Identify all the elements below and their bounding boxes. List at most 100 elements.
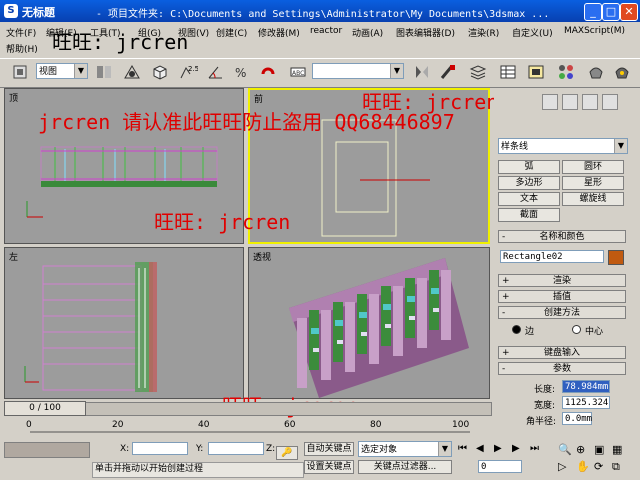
length-label: 长度: (534, 385, 556, 395)
menu-maxscript[interactable]: MAXScript(M) (564, 26, 625, 36)
cube-icon[interactable] (150, 62, 170, 82)
menu-rendering[interactable]: 渲染(R) (468, 26, 499, 39)
rollout-rendering[interactable]: + 渲染 (498, 274, 626, 287)
corner-radius-field[interactable]: 0.0mm (562, 412, 592, 425)
window-title: 无标题 (22, 6, 55, 19)
key-filters-button[interactable]: 关键点过滤器... (358, 460, 452, 474)
left-view-model (24, 262, 157, 392)
close-button[interactable]: ✕ (620, 3, 638, 21)
watermark-top-left: 旺旺: jrcren (52, 30, 189, 54)
prompt-line: 单击并拖动以开始创建过程 (92, 462, 304, 478)
rollout-interpolation[interactable]: + 插值 (498, 290, 626, 303)
zoom-icon[interactable]: 🔍 (558, 443, 572, 456)
object-name-field[interactable]: Rectangle02 (500, 250, 604, 263)
field-of-view-icon[interactable]: ▷ (558, 460, 566, 473)
transform-gizmo-icon[interactable] (122, 62, 142, 82)
reference-coord-combo[interactable]: 视图 ▼ (36, 63, 88, 79)
object-category-combo[interactable]: 样条线 ▼ (498, 138, 628, 154)
length-field[interactable]: 78.984mm (562, 380, 610, 393)
orbit-icon[interactable]: ⟳ (594, 460, 603, 473)
menu-reactor[interactable]: reactor (310, 26, 342, 36)
menu-create[interactable]: 创建(C) (216, 26, 247, 39)
menu-modifiers[interactable]: 修改器(M) (258, 26, 300, 39)
current-frame-field[interactable]: 0 (478, 460, 522, 473)
prev-frame-icon[interactable]: ◀ (476, 443, 484, 454)
tick-label: 40 (198, 420, 210, 430)
menu-help[interactable]: 帮助(H) (6, 42, 38, 55)
time-slider-thumb[interactable]: 0 / 100 (4, 401, 86, 416)
zoom-all-icon[interactable]: ⊕ (576, 443, 585, 456)
motion-tab-icon[interactable] (562, 94, 578, 110)
helix-button[interactable]: 螺旋线 (562, 192, 624, 206)
rollout-parameters[interactable]: - 参数 (498, 362, 626, 375)
auto-key-button[interactable]: 自动关键点 (304, 442, 354, 456)
named-selection-icon[interactable]: ABC (288, 62, 308, 82)
viewport-perspective[interactable]: 透视 (248, 247, 490, 399)
pivot-icon[interactable] (94, 62, 114, 82)
main-toolbar: 视图 ▼ 2.5 % ABC ▼ (0, 58, 640, 88)
svg-text:%: % (235, 66, 246, 80)
chevron-down-icon[interactable]: ▼ (390, 64, 403, 78)
go-to-start-icon[interactable]: ⏮ (458, 443, 467, 454)
object-color-swatch[interactable] (608, 250, 624, 265)
donut-button[interactable]: 圆环 (562, 160, 624, 174)
schematic-view-icon[interactable] (526, 62, 546, 82)
star-button[interactable]: 星形 (562, 176, 624, 190)
viewport-left[interactable]: 左 (4, 247, 244, 399)
arc-button[interactable]: 弧 (498, 160, 560, 174)
lock-icon[interactable]: 🔑 (276, 446, 298, 460)
menu-customize[interactable]: 自定义(U) (512, 26, 553, 39)
rollout-name-color[interactable]: - 名称和颜色 (498, 230, 626, 243)
curve-editor-icon[interactable] (498, 62, 518, 82)
select-link-icon[interactable] (10, 62, 30, 82)
creation-center-radio[interactable]: 中心 (572, 324, 603, 337)
track-bar[interactable]: 0 20 40 60 80 100 (0, 418, 490, 440)
text-button[interactable]: 文本 (498, 192, 560, 206)
layer-manager-icon[interactable] (468, 62, 488, 82)
set-key-button[interactable]: 设置关键点 (304, 460, 354, 474)
pan-icon[interactable]: ✋ (576, 460, 590, 473)
menu-file[interactable]: 文件(F) (6, 26, 36, 39)
material-editor-icon[interactable] (556, 62, 576, 82)
go-to-end-icon[interactable]: ⏭ (530, 443, 539, 454)
hierarchy-tab-icon[interactable] (542, 94, 558, 110)
creation-edge-radio[interactable]: 边 (512, 324, 534, 337)
quick-render-icon[interactable] (612, 62, 632, 82)
render-setup-icon[interactable] (586, 62, 606, 82)
spinner-snap-icon[interactable] (258, 62, 278, 82)
play-icon[interactable]: ▶ (494, 443, 502, 454)
angle-snap-icon[interactable] (206, 62, 226, 82)
menu-animation[interactable]: 动画(A) (352, 26, 383, 39)
chevron-down-icon[interactable]: ▼ (74, 64, 87, 78)
ngon-button[interactable]: 多边形 (498, 176, 560, 190)
align-icon[interactable] (438, 62, 458, 82)
width-field[interactable]: 1125.324 (562, 396, 610, 409)
width-label: 宽度: (534, 401, 556, 411)
chevron-down-icon[interactable]: ▼ (438, 442, 451, 456)
display-tab-icon[interactable] (582, 94, 598, 110)
app-icon: S (4, 4, 18, 18)
section-button[interactable]: 截面 (498, 208, 560, 222)
x-coord-field[interactable] (132, 442, 188, 455)
rollout-creation-method[interactable]: - 创建方法 (498, 306, 626, 319)
tick-label: 20 (112, 420, 124, 430)
maximize-viewport-icon[interactable]: ⧉ (612, 460, 620, 474)
menu-graph-editors[interactable]: 图表编辑器(D) (396, 26, 455, 39)
maximize-button[interactable]: □ (602, 3, 620, 21)
mirror-icon[interactable] (412, 62, 432, 82)
track-bar-ticks (30, 431, 470, 433)
rollout-keyboard-entry[interactable]: + 键盘输入 (498, 346, 626, 359)
named-selection-combo[interactable]: ▼ (312, 63, 404, 79)
zoom-extents-icon[interactable]: ▣ (594, 443, 604, 456)
utilities-tab-icon[interactable] (602, 94, 618, 110)
snap-toggle-icon[interactable]: 2.5 (178, 62, 199, 82)
maxscript-listener[interactable] (4, 442, 90, 458)
selected-objects-combo[interactable]: 选定对象 ▼ (358, 441, 452, 457)
y-coord-field[interactable] (208, 442, 264, 455)
time-slider[interactable]: 0 / 100 (0, 400, 492, 416)
percent-snap-icon[interactable]: % (232, 62, 252, 82)
minimize-button[interactable]: _ (584, 3, 602, 21)
zoom-extents-all-icon[interactable]: ▦ (612, 443, 622, 456)
chevron-down-icon[interactable]: ▼ (614, 139, 627, 153)
next-frame-icon[interactable]: ▶ (512, 443, 520, 454)
